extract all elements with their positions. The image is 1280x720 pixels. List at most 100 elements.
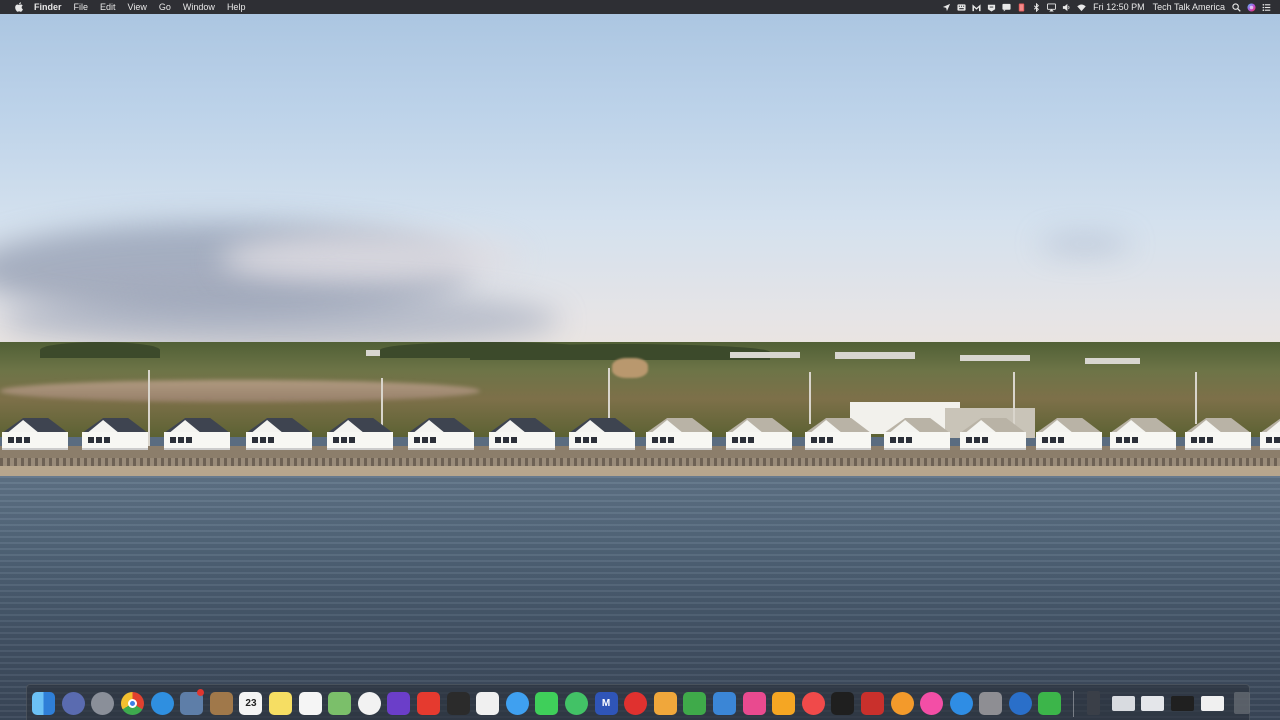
cottage-window: [974, 437, 980, 443]
dock-item-color-picker[interactable]: [739, 685, 769, 720]
malwarebytes-icon: M: [594, 691, 618, 715]
dock-item-home[interactable]: [769, 685, 799, 720]
dock-item-app-store[interactable]: [946, 685, 976, 720]
dock-item-malwarebytes[interactable]: M: [591, 685, 621, 720]
dock-item-rocket[interactable]: [88, 685, 118, 720]
dock-item-launchpad[interactable]: [59, 685, 89, 720]
cottage-window: [8, 437, 14, 443]
menu-clock[interactable]: Fri 12:50 PM: [1089, 0, 1149, 14]
menu-file[interactable]: File: [68, 0, 95, 14]
cottage: [805, 418, 871, 450]
menu-window[interactable]: Window: [177, 0, 221, 14]
cottage: [646, 418, 712, 450]
cottage-window: [186, 437, 192, 443]
cottage: [327, 418, 393, 450]
dock-item-stocks[interactable]: [828, 685, 858, 720]
dock-item-news[interactable]: [798, 685, 828, 720]
dock-item-youtube[interactable]: [414, 685, 444, 720]
cloud: [0, 290, 560, 350]
battery-indicator-icon[interactable]: [1014, 0, 1029, 14]
dock-item-calendar[interactable]: 23: [236, 685, 266, 720]
bluetooth-icon[interactable]: [1029, 0, 1044, 14]
keyboard-icon[interactable]: [954, 0, 969, 14]
dock-item-itunes[interactable]: [917, 685, 947, 720]
cottage: [1110, 418, 1176, 450]
hilltop-building: [1085, 358, 1140, 364]
menu-go[interactable]: Go: [153, 0, 177, 14]
dock-item-trash[interactable]: [1227, 685, 1257, 720]
dock-item-camtasia[interactable]: [1035, 685, 1065, 720]
system-preferences-icon: [979, 691, 1003, 715]
menu-bar: Finder File Edit View Go Window Help Fri…: [0, 0, 1280, 14]
quicktime-icon: [1008, 691, 1032, 715]
cottage-window: [16, 437, 22, 443]
dock-item-screenshot[interactable]: [473, 685, 503, 720]
cottage: [1260, 418, 1280, 450]
dock-item-final-cut[interactable]: [443, 685, 473, 720]
rocket-icon: [91, 691, 115, 715]
dock-item-keynote[interactable]: [710, 685, 740, 720]
dock-item-photo-booth[interactable]: [858, 685, 888, 720]
siri-icon[interactable]: [1244, 0, 1259, 14]
utility-pole: [148, 370, 150, 450]
notification-icon[interactable]: [999, 0, 1014, 14]
dock-item-notes[interactable]: [266, 685, 296, 720]
phone-device-icon: [1087, 691, 1101, 715]
cottage: [2, 418, 68, 450]
dock-item-dots-app[interactable]: [621, 685, 651, 720]
dock-item-window-thumb-1[interactable]: [1109, 685, 1139, 720]
apple-menu-icon[interactable]: [12, 0, 26, 14]
dock-item-finder[interactable]: [29, 685, 59, 720]
dock-item-preview[interactable]: [177, 685, 207, 720]
screenshot-icon: [476, 691, 500, 715]
cloud: [1040, 235, 1130, 253]
menu-user-name[interactable]: Tech Talk America: [1149, 0, 1229, 14]
menu-help[interactable]: Help: [221, 0, 252, 14]
dock-item-photos[interactable]: [355, 685, 385, 720]
dock-item-notebook[interactable]: [207, 685, 237, 720]
camtasia-icon: [1038, 691, 1062, 715]
keynote-icon: [712, 691, 736, 715]
maps-icon: [328, 691, 352, 715]
spotlight-search-icon[interactable]: [1229, 0, 1244, 14]
drive-icon[interactable]: [984, 0, 999, 14]
dock-item-spotify[interactable]: [562, 685, 592, 720]
notification-center-icon[interactable]: [1259, 0, 1274, 14]
dock-item-pages[interactable]: [650, 685, 680, 720]
menu-app-name[interactable]: Finder: [28, 0, 68, 14]
imovie-icon: [387, 691, 411, 715]
dock-item-window-thumb-3[interactable]: [1168, 685, 1198, 720]
dock-item-messages-blue[interactable]: [503, 685, 533, 720]
malwarebytes-icon[interactable]: [969, 0, 984, 14]
dock-item-system-preferences[interactable]: [976, 685, 1006, 720]
dock-item-imovie[interactable]: [384, 685, 414, 720]
dock-item-books[interactable]: [887, 685, 917, 720]
location-arrow-icon[interactable]: [939, 0, 954, 14]
cottage-window: [178, 437, 184, 443]
dock-item-chrome[interactable]: [118, 685, 148, 720]
cottage-window: [503, 437, 509, 443]
cottage-window: [170, 437, 176, 443]
menu-edit[interactable]: Edit: [94, 0, 122, 14]
cottage-window: [1132, 437, 1138, 443]
dock-item-maps[interactable]: [325, 685, 355, 720]
dock-item-phone-device[interactable]: [1079, 685, 1109, 720]
cottage-window: [982, 437, 988, 443]
dock-item-reminders[interactable]: [295, 685, 325, 720]
dock-item-numbers[interactable]: [680, 685, 710, 720]
messages-blue-icon: [505, 691, 529, 715]
volume-icon[interactable]: [1059, 0, 1074, 14]
cottage-window: [252, 437, 258, 443]
menu-view[interactable]: View: [122, 0, 153, 14]
airplay-icon[interactable]: [1044, 0, 1059, 14]
dock-item-messages[interactable]: [532, 685, 562, 720]
dock-item-quicktime[interactable]: [1006, 685, 1036, 720]
wifi-icon[interactable]: [1074, 0, 1089, 14]
cottage-window: [1050, 437, 1056, 443]
dock-item-safari[interactable]: [147, 685, 177, 720]
cottage-window: [827, 437, 833, 443]
chrome-icon: [121, 691, 145, 715]
dock-item-window-thumb-2[interactable]: [1138, 685, 1168, 720]
sand-patch: [612, 358, 648, 378]
dock-item-window-thumb-4[interactable]: [1197, 685, 1227, 720]
